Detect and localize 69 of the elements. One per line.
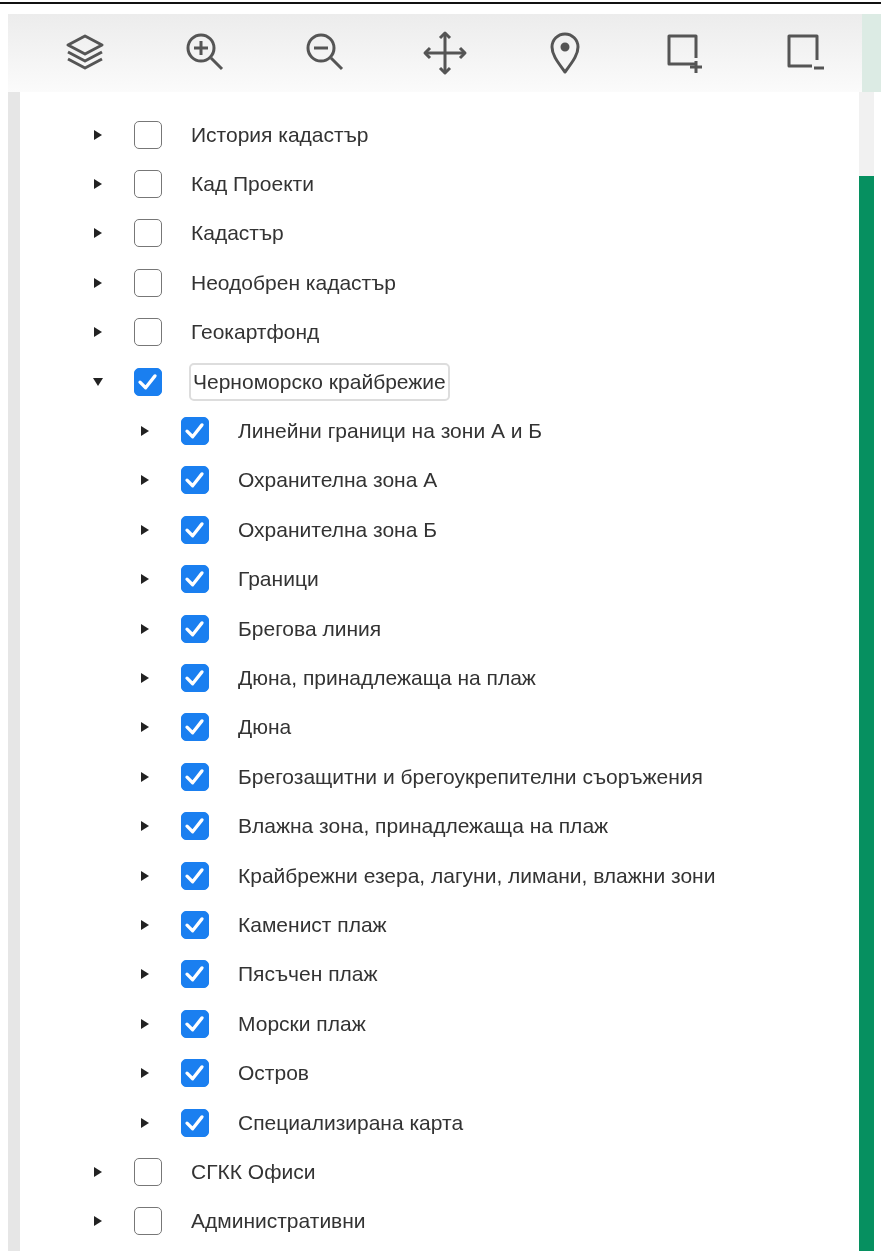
checkbox[interactable] [134,219,162,248]
layer-name[interactable]: СГКК Офиси [189,1152,318,1191]
collapsed-caret-icon[interactable] [139,770,151,783]
checkbox[interactable] [181,664,209,692]
collapsed-caret-icon[interactable] [139,622,151,635]
layer-name[interactable]: Каменист плаж [236,905,389,944]
collapsed-caret-icon[interactable] [139,820,151,833]
checkbox[interactable] [181,466,209,495]
collapsed-caret-icon[interactable] [139,1067,151,1080]
checkbox[interactable] [181,713,209,742]
collapsed-caret-icon[interactable] [92,178,104,191]
checkbox[interactable] [134,1157,162,1186]
collapsed-caret-icon[interactable] [139,968,151,981]
expanded-caret-icon[interactable] [92,375,104,388]
checkbox[interactable] [134,120,162,149]
layer-name[interactable]: Линейни граници на зони А и Б [236,412,545,451]
layer-name[interactable]: Граници [236,560,321,599]
layer-name[interactable]: Крайбрежни езера, лагуни, лимани, влажни зони [236,856,718,895]
layer-name[interactable]: Брегова линия [236,609,384,648]
collapsed-caret-icon[interactable] [92,276,104,289]
checkbox[interactable] [134,367,162,396]
layer-name[interactable]: Административни [189,1202,368,1241]
collapsed-caret-icon[interactable] [139,869,151,882]
checkbox[interactable] [181,861,209,890]
layer-name[interactable]: Кадастър [189,214,286,253]
layer-name[interactable]: Морски плаж [236,1004,368,1043]
checkbox[interactable] [181,565,209,594]
collapsed-caret-icon[interactable] [139,474,151,487]
checkbox[interactable] [181,1108,209,1137]
collapsed-caret-icon[interactable] [139,721,151,734]
layer-name[interactable]: Неодобрен кадастър [189,263,398,302]
collapsed-caret-icon[interactable] [139,573,151,586]
layer-name[interactable]: Дюна, принадлежаща на плаж [236,659,538,697]
layer-name[interactable]: Пясъчен плаж [236,955,380,994]
checkbox[interactable] [134,268,162,297]
collapsed-caret-icon[interactable] [92,227,104,240]
collapsed-caret-icon[interactable] [92,1215,104,1228]
checkbox[interactable] [134,318,162,347]
collapsed-caret-icon[interactable] [139,672,151,684]
checkbox[interactable] [181,960,209,989]
checkbox[interactable] [181,417,209,446]
checkbox[interactable] [134,170,162,199]
checkbox[interactable] [181,812,209,841]
collapsed-caret-icon[interactable] [139,523,151,536]
checkbox[interactable] [181,910,209,939]
layer-name[interactable]: Кад Проекти [189,165,316,204]
checkbox[interactable] [181,515,209,544]
layer-name[interactable]: Охранителна зона А [236,461,440,500]
checkbox[interactable] [181,1009,209,1038]
collapsed-caret-icon[interactable] [139,1017,151,1030]
layer-name[interactable]: Геокартфонд [189,313,322,352]
layer-name[interactable]: Влажна зона, принадлежаща на плаж [236,807,611,846]
layer-name[interactable]: Черноморско крайбрежие [189,362,450,401]
checkbox[interactable] [134,1207,162,1236]
checkbox[interactable] [181,614,209,643]
checkbox[interactable] [181,762,209,791]
collapsed-caret-icon[interactable] [139,918,151,931]
layer-name[interactable]: Остров [236,1054,311,1093]
layer-name[interactable]: Специализирана карта [236,1103,466,1142]
collapsed-caret-icon[interactable] [139,425,151,438]
collapsed-caret-icon[interactable] [92,1165,104,1178]
collapsed-caret-icon[interactable] [139,1116,151,1129]
collapsed-caret-icon[interactable] [92,128,104,141]
layer-name[interactable]: История кадастър [189,115,371,154]
layer-name[interactable]: Дюна [236,708,294,747]
layer-name[interactable]: Охранителна зона Б [236,510,439,549]
layer-name[interactable]: Брегозащитни и брегоукрепителни съоръжения [236,757,705,796]
checkbox[interactable] [181,1059,209,1088]
collapsed-caret-icon[interactable] [92,326,104,339]
